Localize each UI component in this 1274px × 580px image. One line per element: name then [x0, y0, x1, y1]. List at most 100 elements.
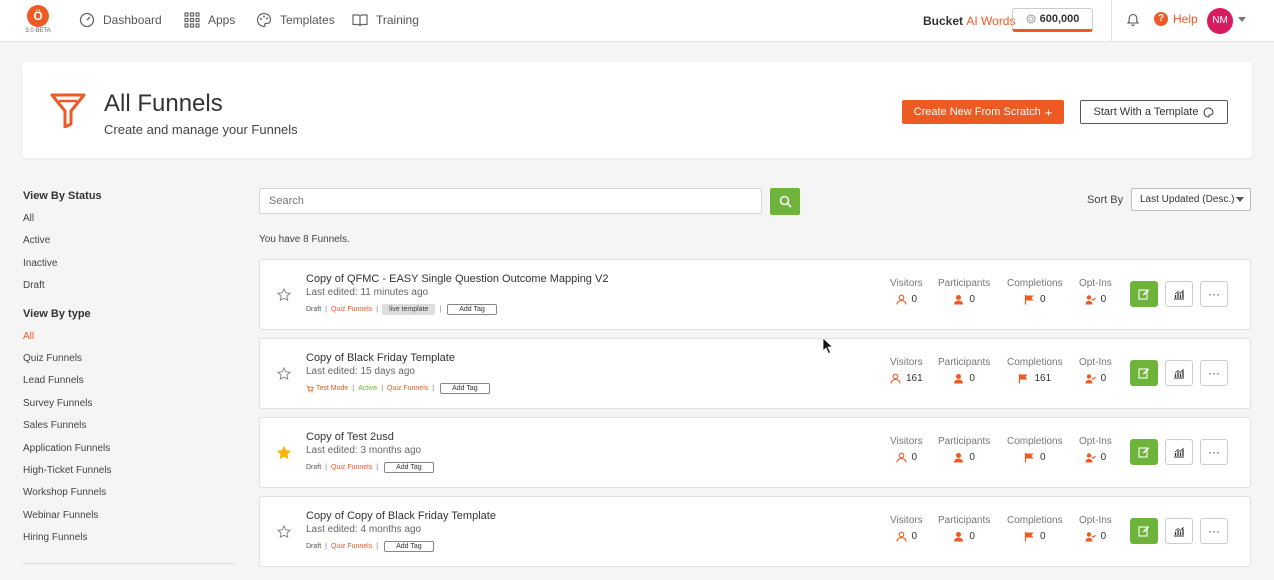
more-options-button[interactable]: ···	[1200, 281, 1228, 307]
more-options-button[interactable]: ···	[1200, 439, 1228, 465]
stat-participants: Participants 0	[938, 515, 990, 542]
analytics-button[interactable]	[1165, 518, 1193, 544]
tag-pill[interactable]: live template	[382, 304, 436, 315]
stat-optins: Opt-Ins 0	[1079, 436, 1112, 463]
star-icon[interactable]	[277, 446, 291, 460]
bell-icon[interactable]	[1126, 13, 1140, 27]
chart-icon	[1174, 289, 1184, 300]
type-filter-workshop[interactable]: Workshop Funnels	[23, 482, 235, 504]
type-filter-all[interactable]: All	[23, 326, 235, 348]
funnel-title[interactable]: Copy of Black Friday Template	[306, 352, 455, 364]
stat-value: 0	[938, 294, 990, 305]
ai-words-text: AI Words	[966, 14, 1016, 28]
avatar[interactable]: NM	[1207, 8, 1233, 34]
type-filter-application[interactable]: Application Funnels	[23, 438, 235, 460]
edit-button[interactable]	[1130, 518, 1158, 544]
stat-label: Visitors	[890, 515, 923, 526]
stat-label: Completions	[1007, 357, 1063, 368]
stat-number: 0	[969, 373, 975, 384]
search-button[interactable]	[770, 188, 800, 215]
edit-button[interactable]	[1130, 439, 1158, 465]
stat-value: 0	[1079, 452, 1112, 463]
page-title: All Funnels	[104, 90, 223, 117]
edit-button[interactable]	[1130, 281, 1158, 307]
funnel-title[interactable]: Copy of QFMC - EASY Single Question Outc…	[306, 273, 608, 285]
type-filter-quiz[interactable]: Quiz Funnels	[23, 348, 235, 370]
grid-icon	[184, 12, 200, 28]
create-new-button[interactable]: Create New From Scratch +	[902, 100, 1064, 124]
help-link[interactable]: ? Help	[1154, 12, 1198, 26]
type-filter-high-ticket[interactable]: High-Ticket Funnels	[23, 460, 235, 482]
analytics-button[interactable]	[1165, 360, 1193, 386]
ellipsis-icon: ···	[1208, 445, 1220, 459]
funnel-tags: Draft | Quiz Funnels | Add Tag	[306, 462, 434, 473]
search-icon	[779, 195, 792, 208]
nav-templates[interactable]: Templates	[256, 12, 335, 28]
type-filter-lead[interactable]: Lead Funnels	[23, 370, 235, 392]
stat-label: Opt-Ins	[1079, 278, 1112, 289]
ai-words-counter[interactable]: 600,000	[1012, 8, 1093, 32]
funnel-tags: Draft | Quiz Funnels | Add Tag	[306, 541, 434, 552]
type-filter-sales[interactable]: Sales Funnels	[23, 415, 235, 437]
sort-dropdown[interactable]: Last Updated (Desc.)	[1131, 188, 1251, 211]
tag-label: Active	[358, 385, 378, 392]
stat-number: 0	[1040, 452, 1046, 463]
stat-value: 0	[1079, 531, 1112, 542]
stat-label: Opt-Ins	[1079, 436, 1112, 447]
nav-training[interactable]: Training	[352, 12, 419, 28]
nav-apps[interactable]: Apps	[184, 12, 235, 28]
stat-label: Visitors	[890, 278, 923, 289]
stat-label: Opt-Ins	[1079, 515, 1112, 526]
gauge-icon	[79, 12, 95, 28]
funnel-title[interactable]: Copy of Test 2usd	[306, 431, 394, 443]
add-tag-button[interactable]: Add Tag	[384, 541, 434, 552]
user-filled-icon	[954, 374, 964, 384]
stat-visitors: Visitors 0	[890, 515, 923, 542]
stat-value: 0	[938, 531, 990, 542]
funnel-card[interactable]: Copy of Black Friday Template Last edited…	[259, 338, 1251, 409]
stat-number: 0	[1040, 531, 1046, 542]
flag-icon	[1024, 532, 1034, 542]
analytics-button[interactable]	[1165, 439, 1193, 465]
page-subtitle: Create and manage your Funnels	[104, 122, 298, 137]
tag-separator: |	[439, 306, 442, 313]
stat-label: Participants	[938, 278, 991, 289]
stat-participants: Participants 0	[938, 436, 990, 463]
status-filter-all[interactable]: All	[23, 208, 235, 230]
funnel-last-edited: Last edited: 4 months ago	[306, 524, 422, 535]
type-filter-hiring[interactable]: Hiring Funnels	[23, 527, 235, 549]
more-options-button[interactable]: ···	[1200, 360, 1228, 386]
analytics-button[interactable]	[1165, 281, 1193, 307]
funnel-title[interactable]: Copy of Copy of Black Friday Template	[306, 510, 496, 522]
funnel-card[interactable]: Copy of QFMC - EASY Single Question Outc…	[259, 259, 1251, 330]
type-filter-webinar[interactable]: Webinar Funnels	[23, 505, 235, 527]
star-icon[interactable]	[277, 525, 291, 539]
edit-icon	[1138, 447, 1150, 458]
stat-number: 0	[1100, 294, 1107, 305]
stat-label: Visitors	[890, 357, 923, 368]
chevron-down-icon[interactable]	[1238, 17, 1246, 22]
stat-label: Completions	[1007, 278, 1063, 289]
start-template-button[interactable]: Start With a Template	[1080, 100, 1228, 124]
type-filter-survey[interactable]: Survey Funnels	[23, 393, 235, 415]
flag-icon	[1024, 453, 1034, 463]
status-filter-inactive[interactable]: Inactive	[23, 253, 235, 275]
add-tag-button[interactable]: Add Tag	[384, 462, 434, 473]
search-input[interactable]	[259, 188, 762, 214]
app-logo[interactable]: Ö 3.0 BETA	[24, 5, 52, 34]
stat-completions: Completions 161	[1007, 357, 1063, 384]
funnel-card[interactable]: Copy of Test 2usd Last edited: 3 months a…	[259, 417, 1251, 488]
edit-button[interactable]	[1130, 360, 1158, 386]
add-tag-button[interactable]: Add Tag	[447, 304, 497, 315]
more-options-button[interactable]: ···	[1200, 518, 1228, 544]
nav-dashboard[interactable]: Dashboard	[79, 12, 162, 28]
star-icon[interactable]	[277, 288, 291, 302]
add-tag-button[interactable]: Add Tag	[440, 383, 490, 394]
funnel-card[interactable]: Copy of Copy of Black Friday Template Las…	[259, 496, 1251, 567]
help-label: Help	[1173, 12, 1198, 26]
star-icon[interactable]	[277, 367, 291, 381]
funnel-last-edited: Last edited: 11 minutes ago	[306, 287, 429, 298]
stat-label: Completions	[1007, 515, 1063, 526]
status-filter-active[interactable]: Active	[23, 230, 235, 252]
status-filter-draft[interactable]: Draft	[23, 275, 235, 297]
